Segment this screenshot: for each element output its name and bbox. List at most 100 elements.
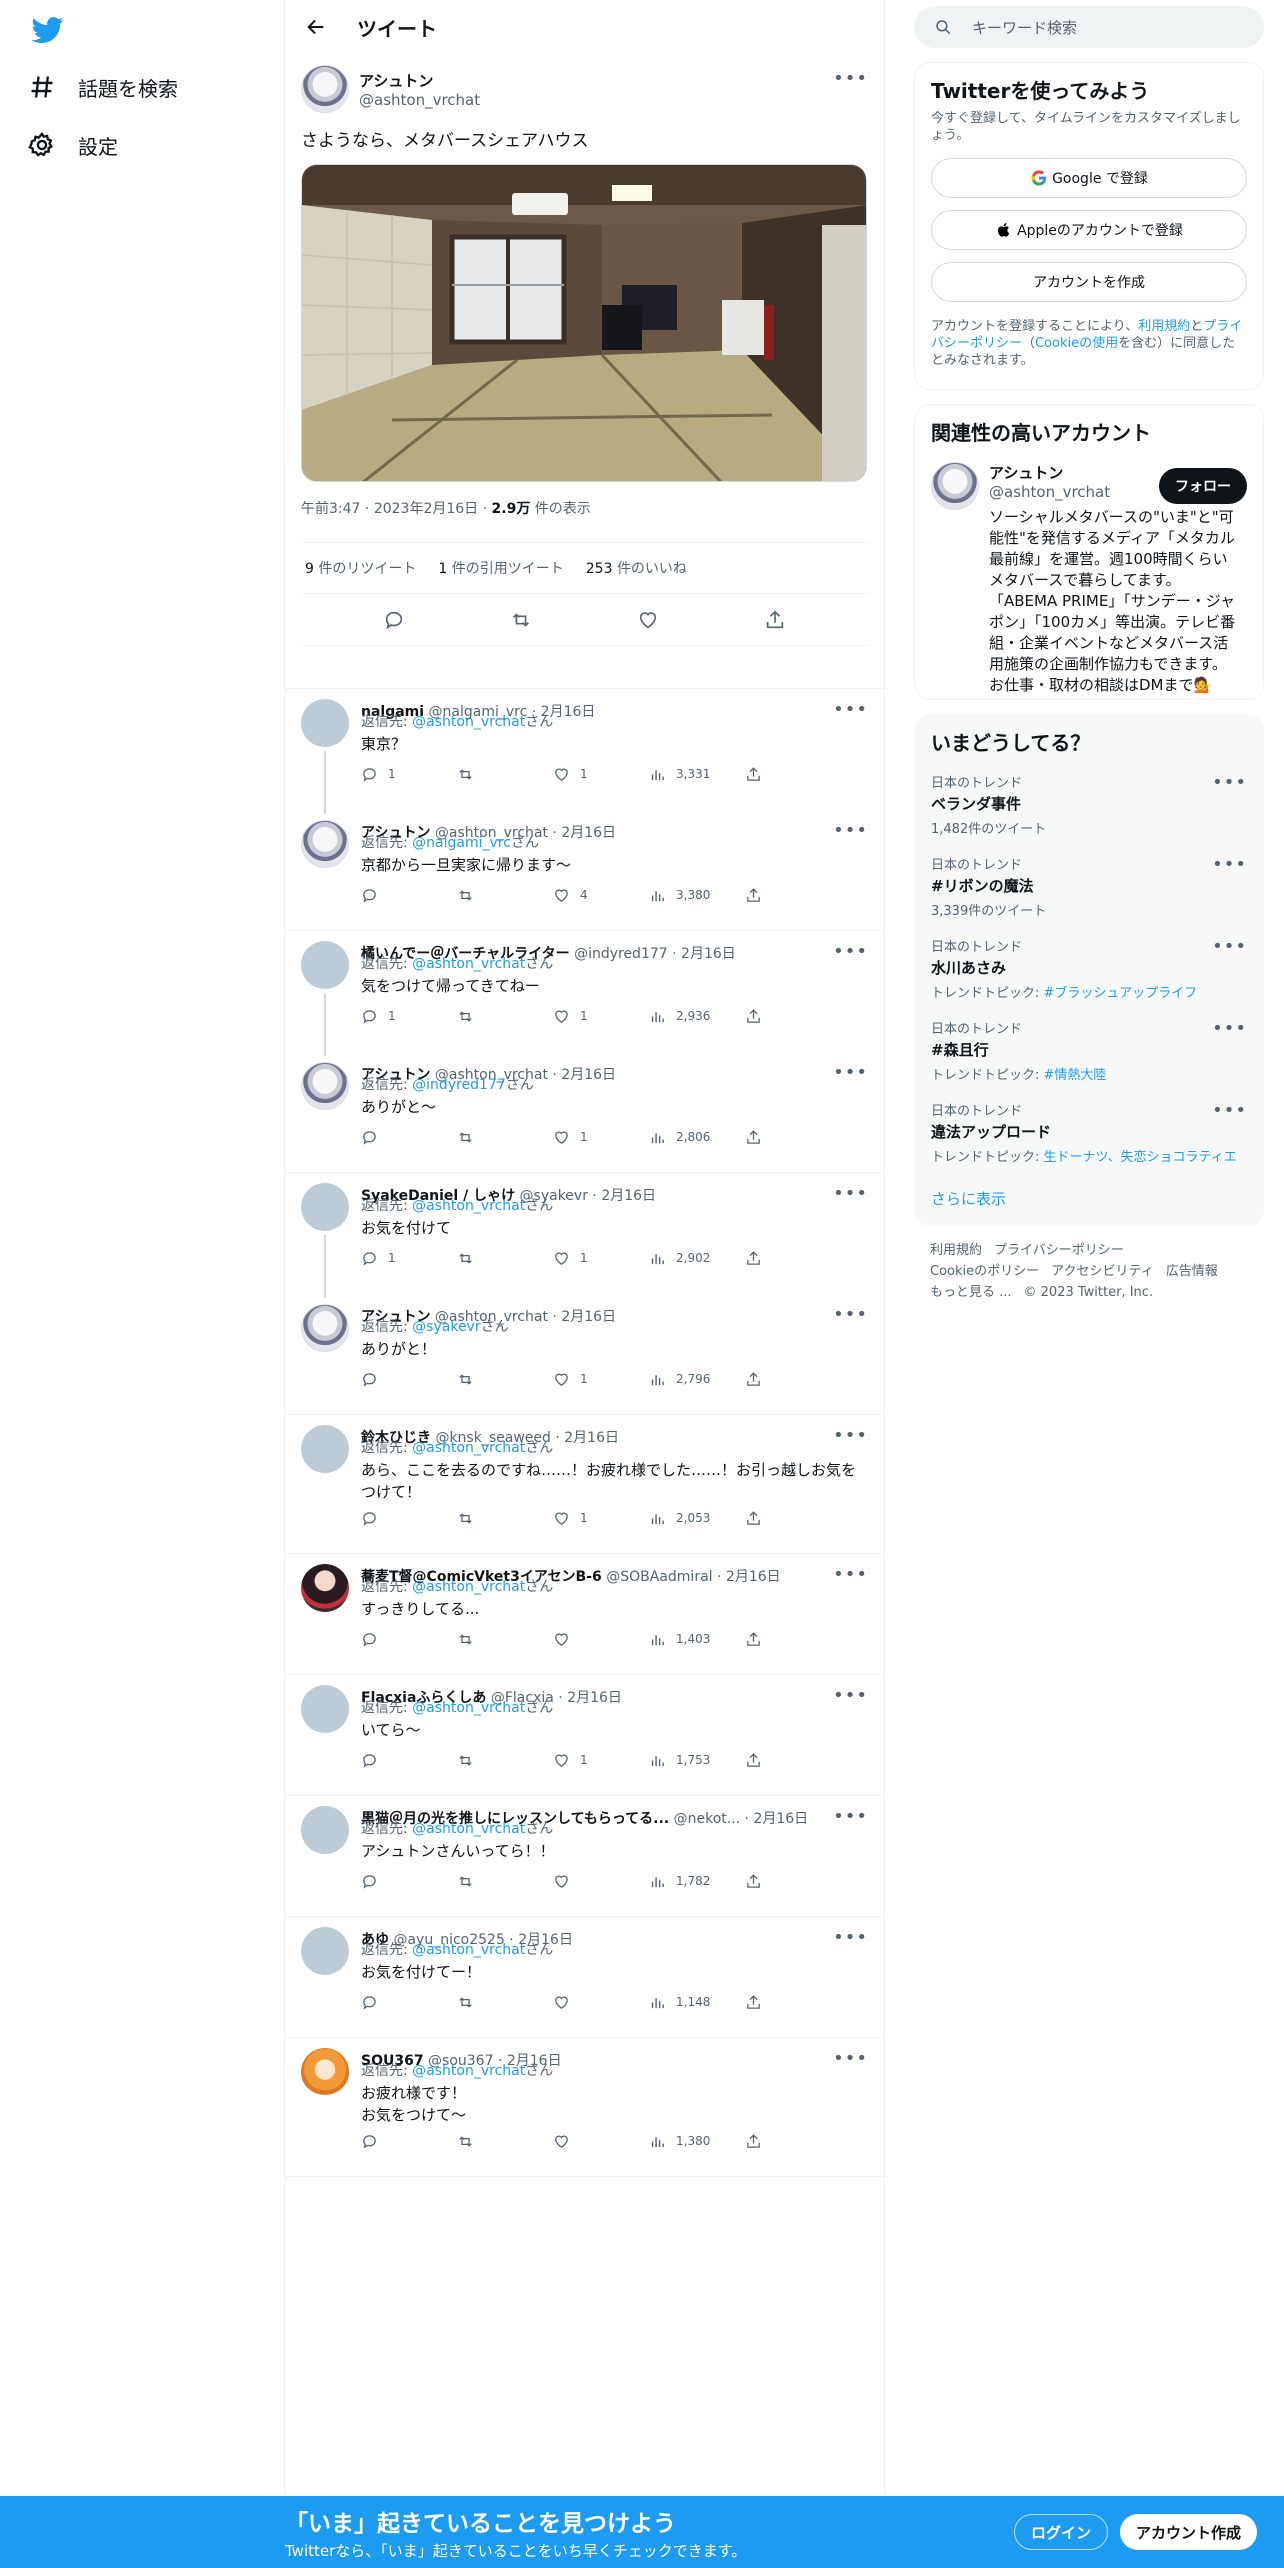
trend-item[interactable]: 日本のトレンド #森且行 トレンドトピック: #情熱大陸 ••• [931,1018,1247,1100]
tweet-author[interactable]: アシュトン @ashton_vrchat ••• [301,64,868,114]
views-button[interactable]: 1,380 [649,2133,745,2150]
more-options-icon[interactable]: ••• [833,68,868,89]
trend-item[interactable]: 日本のトレンド ベランダ事件 1,482件のツイート ••• [931,772,1247,854]
views-button[interactable]: 2,053 [649,1510,745,1527]
avatar[interactable] [301,941,349,989]
avatar[interactable] [301,1304,349,1352]
like-button[interactable]: 1 [553,1250,649,1267]
search-bar[interactable]: キーワード検索 [914,6,1264,48]
reply-button[interactable] [361,1129,457,1146]
reply-icon[interactable] [383,609,405,631]
more-options-icon[interactable]: ••• [833,1304,868,1325]
reply-tweet[interactable]: ••• 鈴木ひじき @knsk_seaweed · 2月16日 返信先: @asht… [285,1415,884,1554]
mention-link[interactable]: @ashton_vrchat [412,956,525,972]
reply-tweet[interactable]: ••• nalgami @nalgami_vrc · 2月16日 返信先: @ash… [285,689,884,814]
footer-link[interactable]: もっと見る ... [930,1285,1012,1300]
views-button[interactable]: 2,796 [649,1371,745,1388]
views-button[interactable]: 3,380 [649,887,745,904]
nav-settings[interactable]: 設定 [28,120,118,170]
avatar[interactable] [301,820,349,868]
more-options-icon[interactable]: ••• [1212,1018,1247,1039]
footer-link[interactable]: 広告情報 [1166,1264,1218,1279]
like-button[interactable]: 1 [553,1371,649,1388]
mention-link[interactable]: @ashton_vrchat [412,2063,525,2079]
mention-link[interactable]: @ashton_vrchat [412,1700,525,1716]
views-button[interactable]: 1,782 [649,1873,745,1890]
like-button[interactable] [553,1994,649,2011]
reply-tweet[interactable]: ••• アシュトン @ashton_vrchat · 2月16日 返信先: @nal… [285,810,884,931]
retweet-button[interactable] [457,1250,553,1267]
share-button[interactable] [745,1129,772,1146]
mention-link[interactable]: @indyred177 [412,1077,506,1093]
more-options-icon[interactable]: ••• [833,1806,868,1827]
more-options-icon[interactable]: ••• [1212,936,1247,957]
back-arrow-icon[interactable] [301,12,331,42]
reply-tweet[interactable]: ••• アシュトン @ashton_vrchat · 2月16日 返信先: @ind… [285,1052,884,1173]
reply-tweet[interactable]: ••• 蕎麦T督@ComicVket3イアセンB-6 @SOBAadmiral ·… [285,1554,884,1675]
views-button[interactable]: 2,936 [649,1008,745,1025]
like-button[interactable]: 1 [553,1129,649,1146]
reply-tweet[interactable]: ••• SyakeDaniel / しゃけ @syakevr · 2月16日 返信先… [285,1173,884,1298]
reply-date[interactable]: 2月16日 [753,1811,808,1827]
retweet-icon[interactable] [510,609,532,631]
share-button[interactable] [745,1873,772,1890]
reply-date[interactable]: 2月16日 [564,1430,619,1446]
reply-button[interactable]: 1 [361,1250,457,1267]
share-button[interactable] [745,2133,772,2150]
views-button[interactable]: 1,148 [649,1994,745,2011]
reply-author-handle[interactable]: @SOBAadmiral [606,1569,712,1585]
more-options-icon[interactable]: ••• [833,941,868,962]
avatar[interactable] [931,462,979,510]
reply-date[interactable]: 2月16日 [561,825,616,841]
likes-stat[interactable]: 253 件のいいね [586,558,687,578]
like-icon[interactable] [637,609,659,631]
tweet-photo[interactable] [301,164,867,482]
more-options-icon[interactable]: ••• [833,1564,868,1585]
reply-date[interactable]: 2月16日 [567,1690,622,1706]
more-options-icon[interactable]: ••• [833,1927,868,1948]
trend-item[interactable]: 日本のトレンド #リボンの魔法 3,339件のツイート ••• [931,854,1247,936]
mention-link[interactable]: @syakevr [412,1319,480,1335]
reply-button[interactable] [361,1752,457,1769]
avatar[interactable] [301,1183,349,1231]
mention-link[interactable]: @ashton_vrchat [412,1579,525,1595]
like-button[interactable] [553,1631,649,1648]
nav-explore[interactable]: 話題を検索 [28,62,178,112]
trend-name[interactable]: ベランダ事件 [931,793,1247,814]
related-account[interactable]: アシュトン @ashton_vrchat ソーシャルメタバースの"いま"と"可能… [931,462,1247,696]
reply-date[interactable]: 2月16日 [561,1309,616,1325]
signup-button[interactable]: アカウント作成 [1120,2514,1258,2550]
reply-tweet[interactable]: ••• あゆ @ayu_nico2525 · 2月16日 返信先: @ashton_… [285,1917,884,2038]
follow-button[interactable]: フォロー [1159,468,1247,504]
author-name[interactable]: アシュトン [359,70,480,91]
tweet-date[interactable]: 2023年2月16日 [374,501,478,517]
trend-topic-link[interactable]: #ブラッシュアップライフ [1044,986,1198,1001]
reply-tweet[interactable]: ••• Flacxiaふらくしあ @Flacxia · 2月16日 返信先: @as… [285,1675,884,1796]
share-button[interactable] [745,1994,772,2011]
share-button[interactable] [745,766,772,783]
more-options-icon[interactable]: ••• [833,1685,868,1706]
mention-link[interactable]: @ashton_vrchat [412,1440,525,1456]
like-button[interactable]: 1 [553,766,649,783]
retweet-button[interactable] [457,1631,553,1648]
like-button[interactable]: 4 [553,887,649,904]
reply-tweet[interactable]: ••• SOU367 @sou367 · 2月16日 返信先: @ashton_vr… [285,2038,884,2177]
reply-tweet[interactable]: ••• 橘いんでー＠バーチャルライター @indyred177 · 2月16日 返信… [285,931,884,1056]
views-button[interactable]: 2,902 [649,1250,745,1267]
footer-link[interactable]: プライバシーポリシー [994,1243,1124,1258]
quotes-stat[interactable]: 1 件の引用ツイート [438,558,563,578]
author-handle[interactable]: @ashton_vrchat [359,91,480,109]
retweet-button[interactable] [457,1752,553,1769]
like-button[interactable]: 1 [553,1752,649,1769]
reply-date[interactable]: 2月16日 [726,1569,781,1585]
more-options-icon[interactable]: ••• [1212,772,1247,793]
trend-name[interactable]: 違法アップロード [931,1121,1247,1142]
reply-button[interactable] [361,2133,457,2150]
share-button[interactable] [745,1250,772,1267]
reply-date[interactable]: 2月16日 [601,1188,656,1204]
reply-button[interactable]: 1 [361,1008,457,1025]
reply-date[interactable]: 2月16日 [561,1067,616,1083]
trend-topic-link[interactable]: 生ドーナツ、失恋ショコラティエ [1044,1150,1237,1165]
twitter-logo-icon[interactable] [31,14,64,46]
create-account-button[interactable]: アカウントを作成 [931,262,1247,302]
